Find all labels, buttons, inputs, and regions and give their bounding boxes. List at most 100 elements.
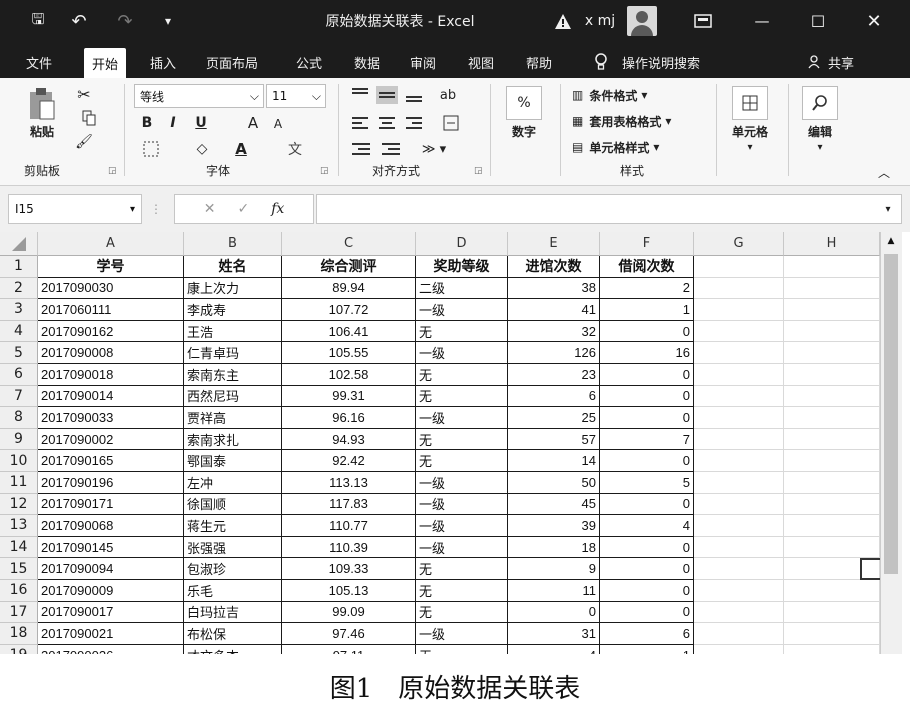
minimize-button[interactable]: —: [732, 0, 792, 42]
table-cell[interactable]: 18: [508, 536, 600, 559]
table-cell[interactable]: 0: [600, 450, 694, 472]
empty-cell[interactable]: [694, 364, 784, 386]
row-header[interactable]: 17: [0, 601, 38, 624]
table-cell[interactable]: 索南东主: [184, 364, 282, 386]
table-cell[interactable]: 2017090033: [38, 407, 184, 429]
header-cell[interactable]: 学号: [38, 256, 184, 278]
table-cell[interactable]: 乐毛: [184, 580, 282, 602]
table-cell[interactable]: 2017090162: [38, 320, 184, 343]
table-cell[interactable]: 一级: [416, 536, 508, 559]
tab-page-layout[interactable]: 页面布局: [198, 48, 266, 76]
vertical-align-icons[interactable]: [348, 84, 432, 106]
chevron-down-icon[interactable]: ▾: [722, 140, 778, 154]
empty-cell[interactable]: [694, 558, 784, 580]
empty-cell[interactable]: [694, 601, 784, 624]
row-header[interactable]: 8: [0, 407, 38, 429]
table-cell[interactable]: 0: [600, 385, 694, 408]
maximize-button[interactable]: ☐: [792, 0, 844, 42]
empty-cell[interactable]: [784, 299, 880, 321]
table-cell[interactable]: 无: [416, 450, 508, 472]
save-icon[interactable]: 🖫: [22, 0, 54, 42]
table-cell[interactable]: 38: [508, 277, 600, 300]
cells-button[interactable]: 单元格: [722, 122, 778, 140]
paste-icon[interactable]: [22, 86, 62, 122]
table-cell[interactable]: 2: [600, 277, 694, 300]
horizontal-align-icons[interactable]: [348, 112, 432, 134]
row-header[interactable]: 18: [0, 623, 38, 645]
empty-cell[interactable]: [694, 342, 784, 364]
table-cell[interactable]: 1: [600, 644, 694, 654]
user-avatar[interactable]: [624, 0, 660, 42]
table-cell[interactable]: 57: [508, 428, 600, 451]
empty-cell[interactable]: [784, 342, 880, 364]
table-cell[interactable]: 110.77: [282, 515, 416, 537]
table-cell[interactable]: 31: [508, 623, 600, 645]
tab-file[interactable]: 文件: [18, 48, 60, 76]
table-cell[interactable]: 23: [508, 364, 600, 386]
tab-data[interactable]: 数据: [346, 48, 388, 76]
increase-font-size-button[interactable]: A: [244, 112, 262, 134]
vertical-dots-icon[interactable]: ⋮: [150, 198, 162, 220]
row-header[interactable]: 14: [0, 536, 38, 559]
column-header-a[interactable]: A: [38, 232, 184, 256]
table-cell[interactable]: 一级: [416, 407, 508, 429]
table-cell[interactable]: 6: [600, 623, 694, 645]
close-button[interactable]: ✕: [848, 0, 900, 42]
table-cell[interactable]: 2017090017: [38, 601, 184, 624]
table-cell[interactable]: 无: [416, 601, 508, 624]
table-cell[interactable]: 4: [508, 644, 600, 654]
table-cell[interactable]: 无: [416, 428, 508, 451]
font-color-button[interactable]: A: [230, 138, 252, 160]
table-cell[interactable]: 王浩: [184, 320, 282, 343]
table-cell[interactable]: 2017090145: [38, 536, 184, 559]
scrollbar-thumb[interactable]: [884, 254, 898, 574]
user-name[interactable]: x mj: [580, 0, 620, 42]
table-cell[interactable]: 0: [600, 536, 694, 559]
table-cell[interactable]: 李成寿: [184, 299, 282, 321]
paste-button[interactable]: 粘贴: [22, 122, 62, 140]
table-cell[interactable]: 2017090171: [38, 493, 184, 516]
table-cell[interactable]: 白玛拉吉: [184, 601, 282, 624]
empty-cell[interactable]: [784, 450, 880, 472]
table-cell[interactable]: 无: [416, 364, 508, 386]
column-header-h[interactable]: H: [784, 232, 880, 256]
empty-cell[interactable]: [694, 407, 784, 429]
share-icon[interactable]: [808, 48, 822, 76]
borders-icon[interactable]: [138, 138, 164, 160]
table-cell[interactable]: 2017090009: [38, 580, 184, 602]
row-header[interactable]: 16: [0, 580, 38, 602]
table-cell[interactable]: 2017090068: [38, 515, 184, 537]
collapse-ribbon-icon[interactable]: ︿: [874, 164, 894, 180]
row-header[interactable]: 19: [0, 644, 38, 654]
row-header[interactable]: 9: [0, 428, 38, 451]
table-cell[interactable]: 无: [416, 320, 508, 343]
empty-cell[interactable]: [784, 536, 880, 559]
row-header[interactable]: 1: [0, 256, 38, 278]
table-cell[interactable]: 2017090165: [38, 450, 184, 472]
table-cell[interactable]: 蒋生元: [184, 515, 282, 537]
empty-cell[interactable]: [784, 407, 880, 429]
empty-cell[interactable]: [784, 256, 880, 278]
table-cell[interactable]: 107.72: [282, 299, 416, 321]
empty-cell[interactable]: [694, 428, 784, 451]
empty-cell[interactable]: [694, 299, 784, 321]
cells-icon[interactable]: [732, 86, 768, 120]
table-cell[interactable]: 一级: [416, 299, 508, 321]
table-cell[interactable]: 2017090030: [38, 277, 184, 300]
table-cell[interactable]: 一级: [416, 515, 508, 537]
table-cell[interactable]: 一级: [416, 472, 508, 494]
table-cell[interactable]: 96.16: [282, 407, 416, 429]
table-cell[interactable]: 6: [508, 385, 600, 408]
table-cell[interactable]: 4: [600, 515, 694, 537]
share-button[interactable]: 共享: [826, 48, 862, 76]
alignment-launcher-icon[interactable]: ◲: [474, 166, 483, 176]
table-cell[interactable]: 康上次力: [184, 277, 282, 300]
empty-cell[interactable]: [784, 644, 880, 654]
header-cell[interactable]: 借阅次数: [600, 256, 694, 278]
vertical-scrollbar[interactable]: ▲: [880, 232, 902, 654]
table-cell[interactable]: 41: [508, 299, 600, 321]
row-header[interactable]: 2: [0, 277, 38, 300]
empty-cell[interactable]: [694, 644, 784, 654]
tab-view[interactable]: 视图: [460, 48, 502, 76]
empty-cell[interactable]: [694, 385, 784, 408]
